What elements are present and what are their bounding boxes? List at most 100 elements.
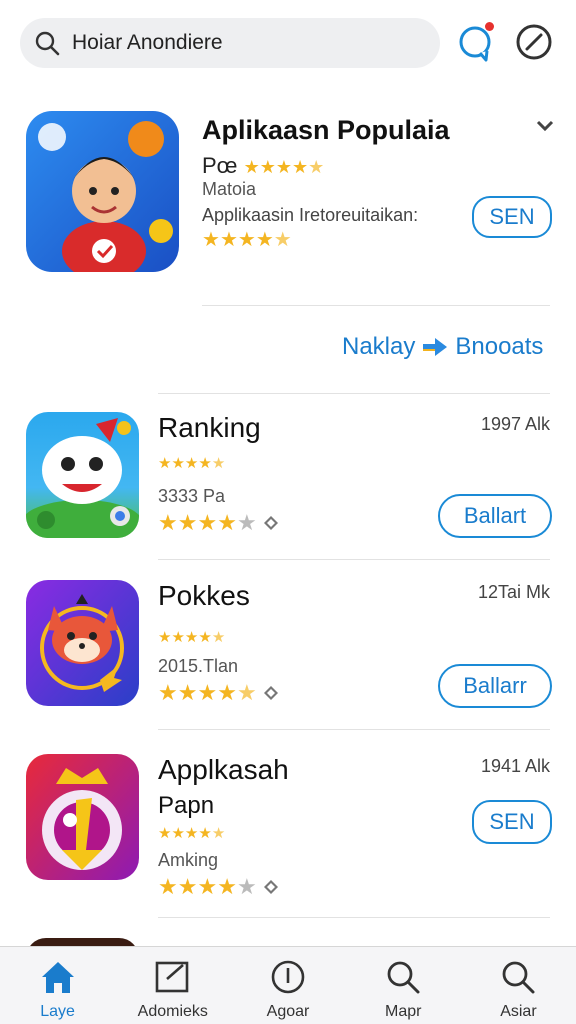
app-icon-applkasah[interactable] (26, 754, 139, 880)
info-circle-icon (271, 960, 305, 994)
app-title[interactable]: Applkasah (158, 754, 289, 786)
star-icon: ★ (158, 510, 178, 535)
divider (158, 559, 550, 560)
tab-agoar[interactable]: Agoar (230, 947, 345, 1024)
app-title[interactable]: Ranking (158, 412, 261, 444)
app-list-item[interactable]: Applkasah Papn ★ ★ ★ ★ ★ Amking ★ ★ ★ ★ ★ 1941 A… (0, 736, 576, 902)
tab-label: Asiar (500, 1003, 537, 1020)
star-icon: ★ (202, 229, 220, 251)
search-icon (35, 31, 60, 56)
star-icon: ★ (255, 229, 274, 251)
link-right[interactable]: Bnooats (455, 333, 543, 361)
app-get-button[interactable]: Ballart (438, 494, 552, 538)
link-left[interactable]: Naklay (342, 333, 415, 361)
star-icon: ★ (158, 455, 172, 472)
section-links: Naklay Bnooats (342, 333, 543, 361)
star-icon: ★ (177, 874, 198, 899)
tab-label: Agoar (266, 1003, 310, 1020)
app-get-button[interactable]: SEN (472, 800, 552, 844)
app-meta: 3333 Pa (158, 486, 226, 506)
featured-get-button[interactable]: SEN (472, 196, 552, 238)
app-list-item[interactable]: Pokkes ★ ★ ★ ★ ★ 2015.Tlan ★ ★ ★ ★ ★ 12Tai Mk Ba… (0, 562, 576, 728)
app-subtitle: Papn (158, 792, 214, 820)
app-title[interactable]: Pokkes (158, 580, 250, 612)
star-icon: ★ (211, 629, 226, 646)
app-rating: ★ ★ ★ ★ ★ (158, 512, 279, 534)
star-icon: ★ (197, 874, 218, 899)
app-subtitle-text: Papn (158, 792, 215, 819)
app-meta: Amking (158, 850, 219, 870)
star-icon: ★ (197, 510, 218, 535)
arrow-right-icon (423, 338, 448, 356)
featured-app-subtitle: Pœ ★ ★ ★ ★ ★ (202, 153, 324, 179)
divider (158, 917, 550, 918)
star-icon: ★ (219, 229, 238, 251)
star-icon: ★ (184, 629, 199, 646)
app-rating: ★ ★ ★ ★ ★ (158, 682, 279, 704)
featured-app-title[interactable]: Aplikaasn Populaia (202, 115, 450, 146)
tab-mapr[interactable]: Mapr (346, 947, 461, 1024)
star-icon: ★ (292, 157, 309, 178)
featured-app-description: Applikaasin Iretoreuitaikan: (202, 205, 419, 225)
star-icon: ★ (211, 455, 226, 472)
app-icon-ranking[interactable] (26, 412, 139, 538)
star-icon: ★ (236, 874, 257, 899)
app-list-item[interactable]: Ranking ★ ★ ★ ★ ★ 3333 Pa ★ ★ ★ ★ ★ 1997 Alk Bal… (0, 394, 576, 560)
tab-bar: Laye Adomieks Agoar Mapr Asiar (0, 946, 576, 1024)
app-small-rating: ★ ★ ★ ★ ★ (158, 456, 225, 471)
featured-app-icon[interactable] (26, 111, 179, 272)
notification-dot (485, 22, 494, 31)
star-icon: ★ (177, 680, 198, 705)
star-icon: ★ (198, 629, 212, 646)
star-icon: ★ (275, 157, 292, 178)
star-icon: ★ (177, 510, 198, 535)
app-small-rating: ★ ★ ★ ★ ★ (158, 826, 225, 841)
app-get-button[interactable]: Ballarr (438, 664, 552, 708)
top-bar: Hoiar Anondiere (0, 0, 576, 86)
featured-inline-rating: ★ ★ ★ ★ ★ (244, 158, 325, 176)
featured-app[interactable]: Aplikaasn Populaia Pœ ★ ★ ★ ★ ★ Matoia Appli… (0, 95, 576, 305)
featured-rating: ★ ★ ★ ★ ★ (202, 230, 292, 250)
app-size: 1997 Alk (480, 414, 550, 434)
search-bar[interactable]: Hoiar Anondiere (20, 18, 440, 68)
chat-notification-button[interactable] (456, 22, 496, 62)
divider (158, 729, 550, 730)
edit-square-icon (155, 961, 189, 993)
tab-label: Mapr (384, 1003, 422, 1020)
app-rating: ★ ★ ★ ★ ★ (158, 876, 279, 898)
badge-icon (263, 880, 278, 894)
star-icon: ★ (184, 825, 199, 842)
app-size: 1941 Alk (480, 756, 550, 776)
star-icon: ★ (198, 455, 212, 472)
featured-app-category: Matoia (202, 179, 257, 199)
star-icon: ★ (197, 680, 218, 705)
chevron-down-icon[interactable] (534, 117, 556, 135)
featured-subtitle-text: Pœ (202, 153, 238, 178)
compass-button[interactable] (514, 22, 554, 62)
star-icon: ★ (308, 157, 325, 178)
star-icon: ★ (198, 825, 212, 842)
search-icon (387, 961, 420, 994)
app-size: 12Tai Mk (477, 582, 550, 602)
tab-home[interactable]: Laye (0, 947, 115, 1024)
star-icon: ★ (158, 825, 172, 842)
compass-icon (516, 24, 552, 60)
star-icon: ★ (158, 680, 178, 705)
star-icon: ★ (171, 455, 185, 472)
tab-asiar[interactable]: Asiar (461, 947, 576, 1024)
app-small-rating: ★ ★ ★ ★ ★ (158, 630, 225, 645)
tab-label: Laye (40, 1003, 75, 1020)
star-icon: ★ (184, 455, 199, 472)
tab-adomieks[interactable]: Adomieks (115, 947, 230, 1024)
home-icon (41, 962, 74, 993)
star-icon: ★ (158, 874, 178, 899)
star-icon: ★ (171, 629, 185, 646)
star-icon: ★ (171, 825, 185, 842)
star-icon: ★ (217, 874, 237, 899)
star-icon: ★ (237, 229, 256, 251)
star-icon: ★ (158, 629, 172, 646)
star-icon: ★ (273, 229, 292, 251)
star-icon: ★ (217, 680, 237, 705)
star-icon: ★ (236, 510, 257, 535)
app-icon-pokkes[interactable] (26, 580, 139, 706)
